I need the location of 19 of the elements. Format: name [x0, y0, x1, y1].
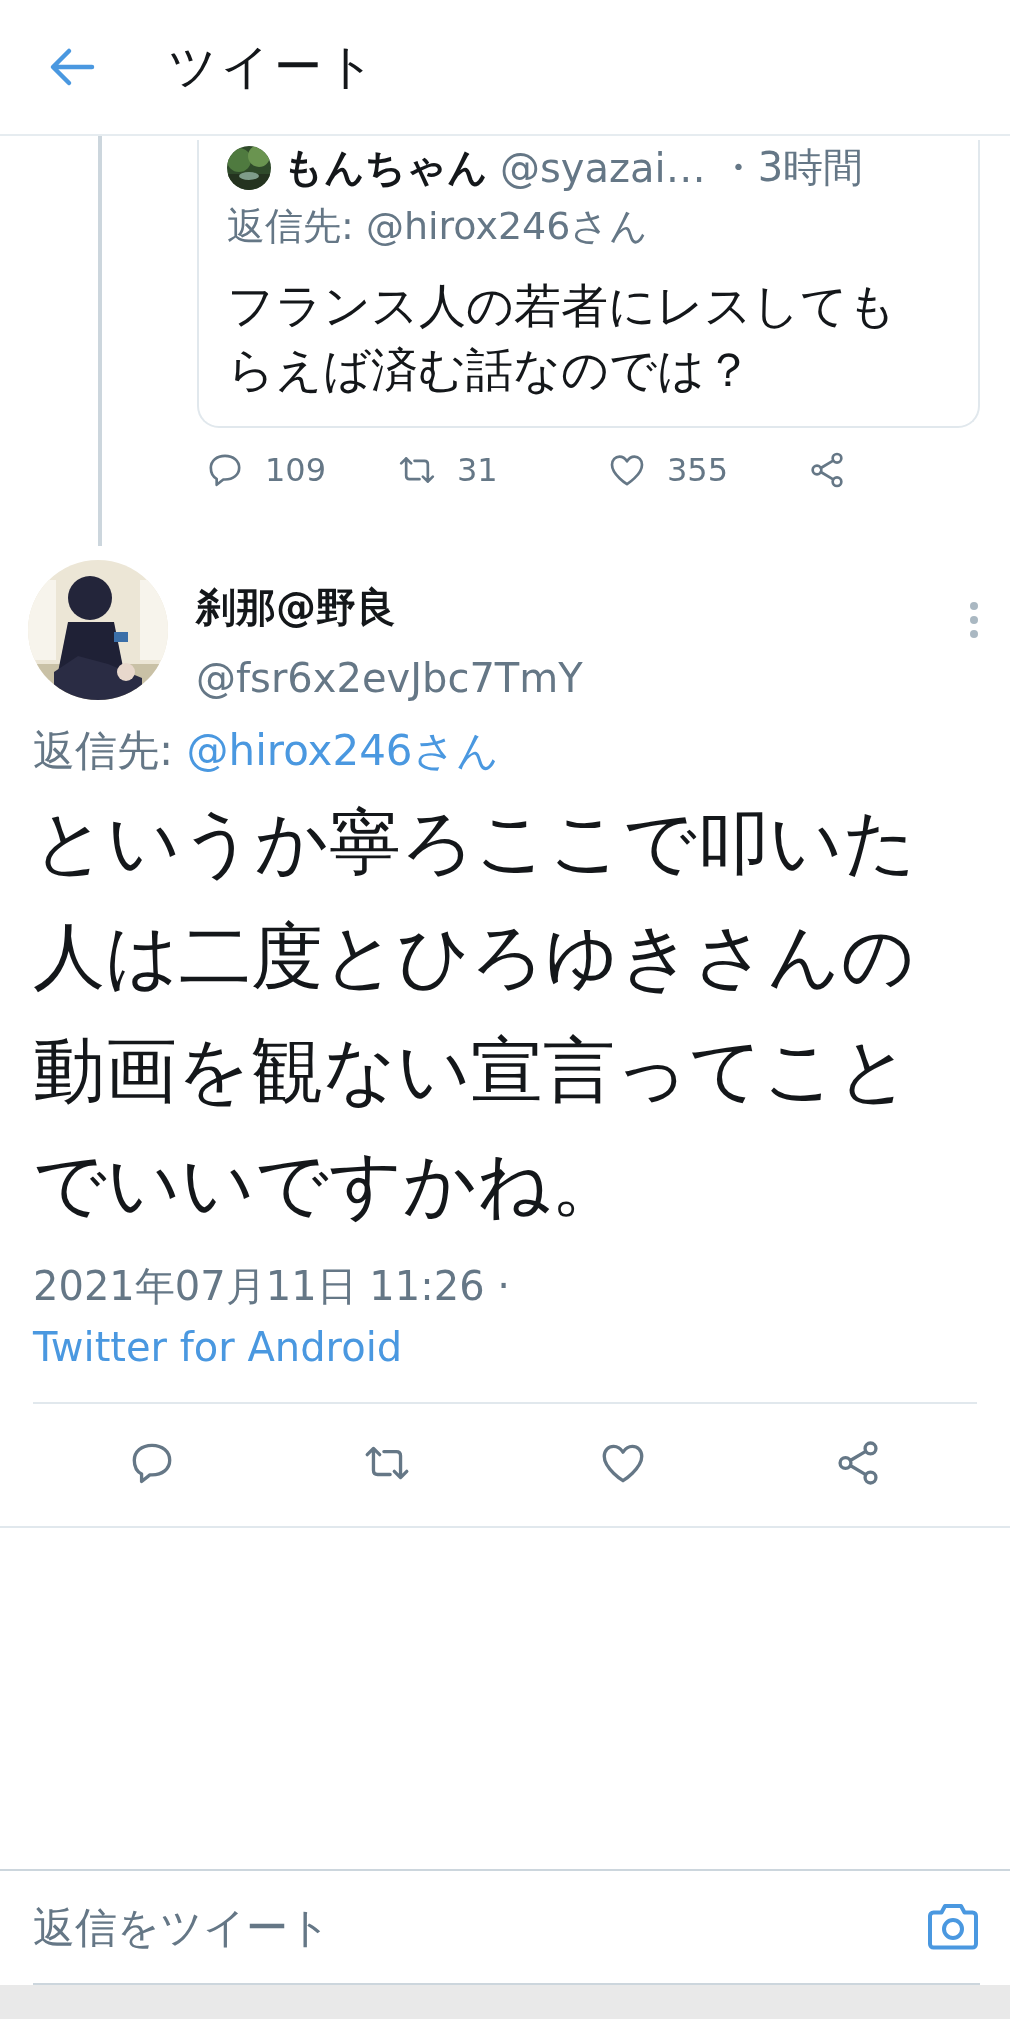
tweet-text: フランス人の若者にレスしてもらえば済む話なのでは？	[227, 277, 897, 399]
tweet-timestamp: 2021年07月11日 11:26 ·	[33, 1262, 511, 1311]
mention-link[interactable]: @hirox246さん	[186, 726, 499, 775]
action-count: 355	[667, 451, 729, 489]
author-handle: @syazai…	[500, 144, 706, 191]
source-link[interactable]: Twitter for Android	[33, 1324, 403, 1370]
reply-to-text: 返信先: @hirox246さん	[33, 725, 500, 777]
author-handle: @fsr6x2evJbc7TmY	[196, 655, 584, 701]
back-arrow-icon[interactable]	[48, 47, 96, 87]
author-name: 刹那@野良	[196, 583, 397, 632]
page-title: ツイート	[168, 37, 379, 96]
action-count: 31	[457, 451, 498, 489]
action-count: 109	[265, 451, 327, 489]
tweet-text: というか寧ろここで叩いた人は二度とひろゆきさんの動画を観ない宣言ってことでいいですかね。	[33, 799, 918, 1228]
author-name: もんちゃん	[283, 143, 488, 192]
reply-input-field[interactable]: 返信をツイート	[33, 1902, 926, 1952]
reply-to-text: 返信先: @hirox246さん	[227, 203, 650, 250]
tweet-time: ・3時間	[717, 143, 864, 192]
camera-icon[interactable]	[926, 1902, 980, 1952]
